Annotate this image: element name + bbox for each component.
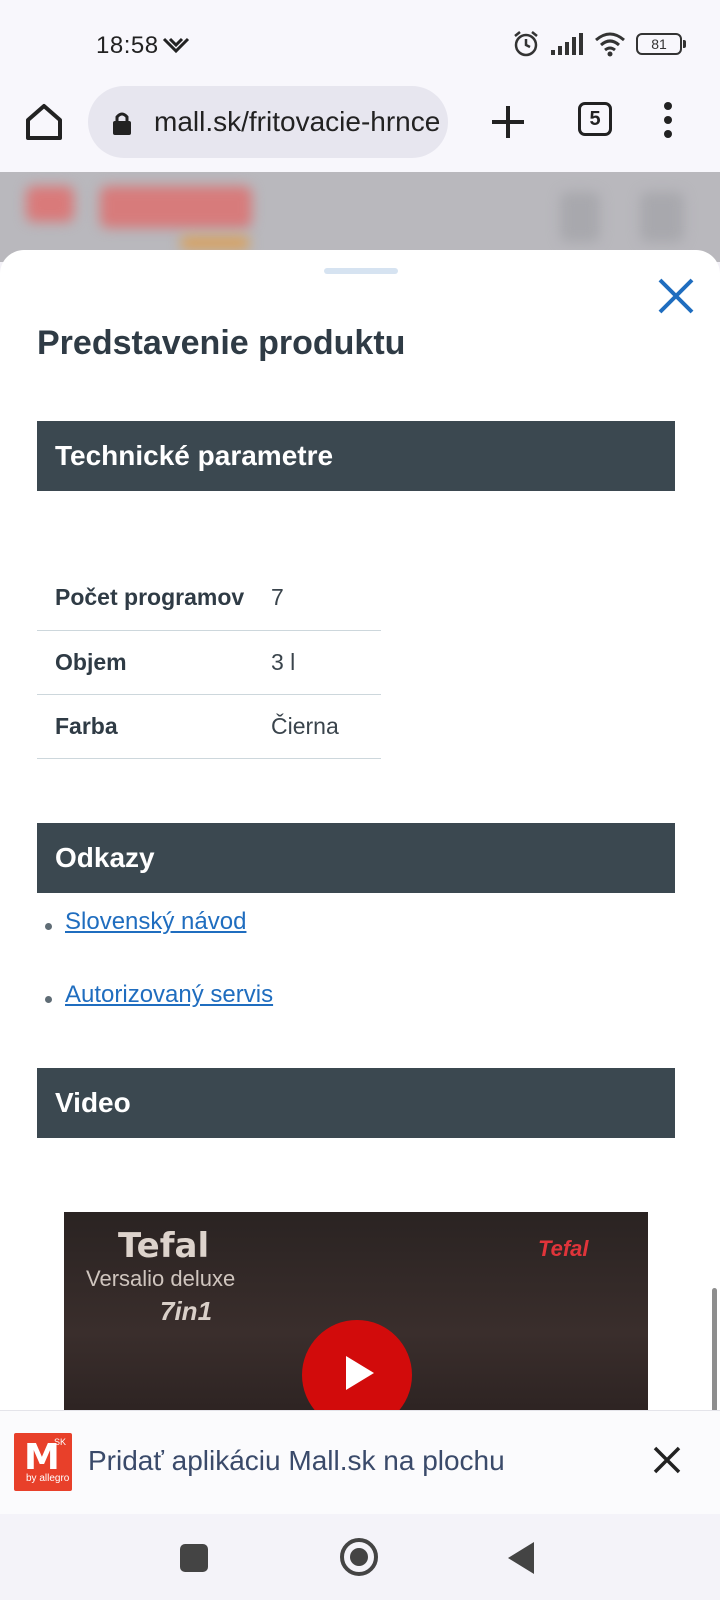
table-row: Objem 3 l <box>37 630 381 695</box>
url-text: mall.sk/fritovacie-hrnce <box>154 106 441 137</box>
param-value: Čierna <box>271 694 381 759</box>
recents-icon[interactable] <box>180 1544 208 1572</box>
url-bar[interactable]: mall.sk/fritovacie-hrnce <box>88 86 448 158</box>
battery-icon: 81 <box>636 33 686 55</box>
home-icon[interactable] <box>22 100 66 144</box>
mall-logo: M SK by allegro <box>14 1433 72 1491</box>
param-value: 7 <box>271 566 381 631</box>
param-value: 3 l <box>271 630 381 695</box>
video-logo: Tefal <box>538 1236 589 1261</box>
param-key: Počet programov <box>37 566 271 631</box>
links-list: Slovenský návod Autorizovaný servis <box>37 908 273 1054</box>
signal-icon <box>551 33 583 55</box>
data-saver-icon <box>162 37 190 54</box>
video-badge: 7in1 <box>160 1296 213 1326</box>
back-icon[interactable] <box>508 1542 534 1574</box>
play-icon[interactable] <box>302 1320 412 1410</box>
table-row: Farba Čierna <box>37 694 381 759</box>
logo-allegro: by allegro <box>26 1473 70 1484</box>
section-links: Odkazy <box>37 823 675 893</box>
product-sheet: Predstavenie produktu Technické parametr… <box>0 250 720 1410</box>
list-item: Autorizovaný servis <box>37 981 273 1054</box>
status-bar: 18:58 81 <box>0 0 720 86</box>
section-video: Video <box>37 1068 675 1138</box>
wifi-icon <box>595 32 625 57</box>
sheet-title: Predstavenie produktu <box>37 324 406 362</box>
alarm-icon <box>514 31 538 57</box>
section-technical: Technické parametre <box>37 421 675 491</box>
param-key: Farba <box>37 694 271 759</box>
install-banner[interactable]: M SK by allegro Pridať aplikáciu Mall.sk… <box>0 1410 720 1514</box>
background-page <box>0 172 720 262</box>
close-icon[interactable] <box>652 1445 682 1475</box>
table-row: Počet programov 7 <box>37 566 381 631</box>
system-nav-bar <box>0 1514 720 1600</box>
video-player[interactable]: Tefal Versalio deluxe 7in1 Tefal <box>64 1212 648 1410</box>
browser-toolbar: mall.sk/fritovacie-hrnce 5 <box>0 86 720 172</box>
install-text[interactable]: Pridať aplikáciu Mall.sk na plochu <box>88 1445 505 1477</box>
link-manual[interactable]: Slovenský návod <box>65 908 246 935</box>
lock-icon <box>113 112 131 135</box>
drag-handle[interactable] <box>324 268 398 274</box>
logo-sk: SK <box>54 1437 67 1447</box>
close-icon[interactable] <box>654 274 698 318</box>
tab-switcher-button[interactable]: 5 <box>578 102 612 136</box>
link-service[interactable]: Autorizovaný servis <box>65 981 273 1008</box>
status-icons: 81 <box>512 30 686 58</box>
video-product: Versalio deluxe <box>86 1266 236 1291</box>
params-table: Počet programov 7 Objem 3 l Farba Čierna <box>37 566 381 759</box>
video-brand: Tefal <box>118 1226 210 1266</box>
list-item: Slovenský návod <box>37 908 273 981</box>
plus-icon[interactable] <box>488 102 528 142</box>
scrollbar[interactable] <box>712 1288 717 1412</box>
more-vert-icon[interactable] <box>658 102 678 146</box>
home-nav-icon[interactable] <box>340 1538 378 1576</box>
status-time: 18:58 <box>96 32 159 59</box>
param-key: Objem <box>37 630 271 695</box>
